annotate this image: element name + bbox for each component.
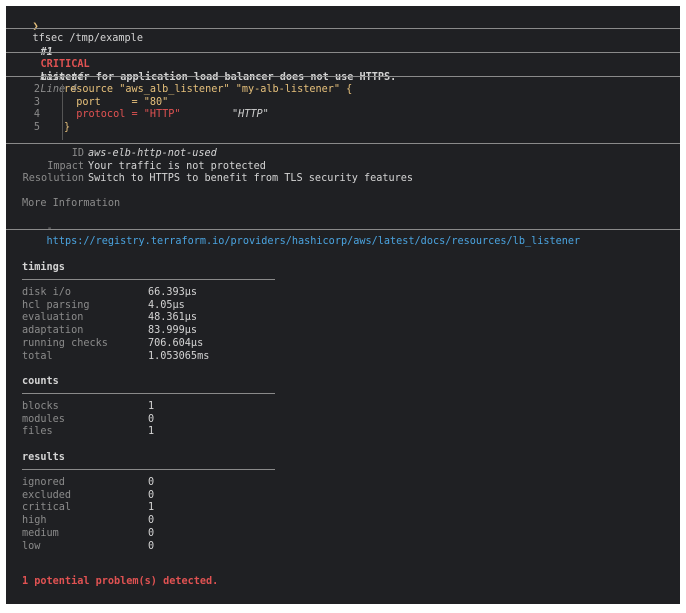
- code-line: port = "80": [64, 96, 169, 108]
- stat-label: high: [22, 515, 47, 527]
- code-line-number: 4: [33, 109, 40, 121]
- stat-label: critical: [22, 502, 72, 514]
- stat-label: excluded: [22, 489, 72, 501]
- divider: [6, 229, 680, 230]
- stat-value: 83.999µs: [148, 325, 198, 337]
- code-line: }: [64, 122, 71, 134]
- detail-id-label: ID: [71, 148, 84, 159]
- code-line: resource "aws_alb_listener" "my-alb-list…: [64, 84, 353, 95]
- stat-label: hcl parsing: [22, 299, 90, 311]
- stat-value: 0: [148, 477, 155, 488]
- stat-value: 0: [148, 540, 155, 552]
- detail-impact-label: Impact: [47, 160, 84, 172]
- stat-label: medium: [22, 527, 59, 539]
- terminal-window: ❯ tfsec /tmp/example #1 CRITICAL Listene…: [6, 6, 680, 604]
- divider: [6, 52, 680, 53]
- stat-value: 1: [148, 401, 155, 412]
- stat-value: 48.361µs: [148, 312, 198, 324]
- stat-label: evaluation: [22, 312, 84, 324]
- more-info-heading: More Information: [22, 198, 121, 209]
- stat-label: adaptation: [22, 325, 84, 337]
- divider: [6, 28, 680, 29]
- stat-value: 1: [148, 502, 155, 514]
- stat-label: ignored: [22, 477, 65, 488]
- stat-value: 1: [148, 426, 155, 438]
- stat-label: modules: [22, 413, 65, 425]
- stat-value: 0: [148, 515, 155, 527]
- stat-value: 1.053065ms: [148, 350, 210, 362]
- detail-impact-value: Your traffic is not protected: [88, 160, 266, 172]
- divider: [6, 76, 680, 77]
- prompt-chevron-icon: ❯: [32, 20, 39, 32]
- section-underline: [22, 279, 275, 280]
- stat-label: low: [22, 540, 41, 552]
- stat-value: 0: [148, 413, 155, 425]
- more-info-link-line: - https://registry.terraform.io/provider…: [22, 211, 581, 262]
- divider: [6, 143, 680, 144]
- section-title-timings: timings: [22, 262, 65, 273]
- code-gutter-bar: [62, 84, 63, 140]
- stat-label: files: [22, 426, 53, 438]
- stat-value: 4.05µs: [148, 299, 185, 311]
- code-line-highlighted: protocol = "HTTP": [64, 109, 181, 121]
- stat-value: 0: [148, 527, 155, 539]
- detail-resolution-value: Switch to HTTPS to benefit from TLS secu…: [88, 173, 414, 185]
- stat-value: 706.604µs: [148, 337, 204, 349]
- finding-message: Listener for application load balancer d…: [40, 72, 397, 84]
- stat-value: 0: [148, 489, 155, 501]
- stat-label: running checks: [22, 337, 108, 349]
- more-info-link[interactable]: https://registry.terraform.io/providers/…: [47, 236, 581, 247]
- summary-message: 1 potential problem(s) detected.: [22, 576, 219, 587]
- section-underline: [22, 469, 275, 470]
- code-line-number: 3: [33, 96, 40, 108]
- file-name: main.tf: [40, 71, 84, 83]
- stat-label: total: [22, 350, 53, 362]
- code-line-number: 5: [33, 122, 40, 134]
- section-underline: [22, 393, 275, 394]
- stat-value: 66.393µs: [148, 287, 198, 298]
- stat-label: blocks: [22, 401, 59, 412]
- section-title-counts: counts: [22, 376, 59, 387]
- stat-label: disk i/o: [22, 287, 72, 298]
- detail-resolution-label: Resolution: [22, 173, 84, 185]
- detail-id-value: aws-elb-http-not-used: [88, 148, 217, 159]
- code-annotation: "HTTP": [232, 109, 269, 121]
- code-line-number: 2: [33, 84, 40, 95]
- section-title-results: results: [22, 452, 65, 463]
